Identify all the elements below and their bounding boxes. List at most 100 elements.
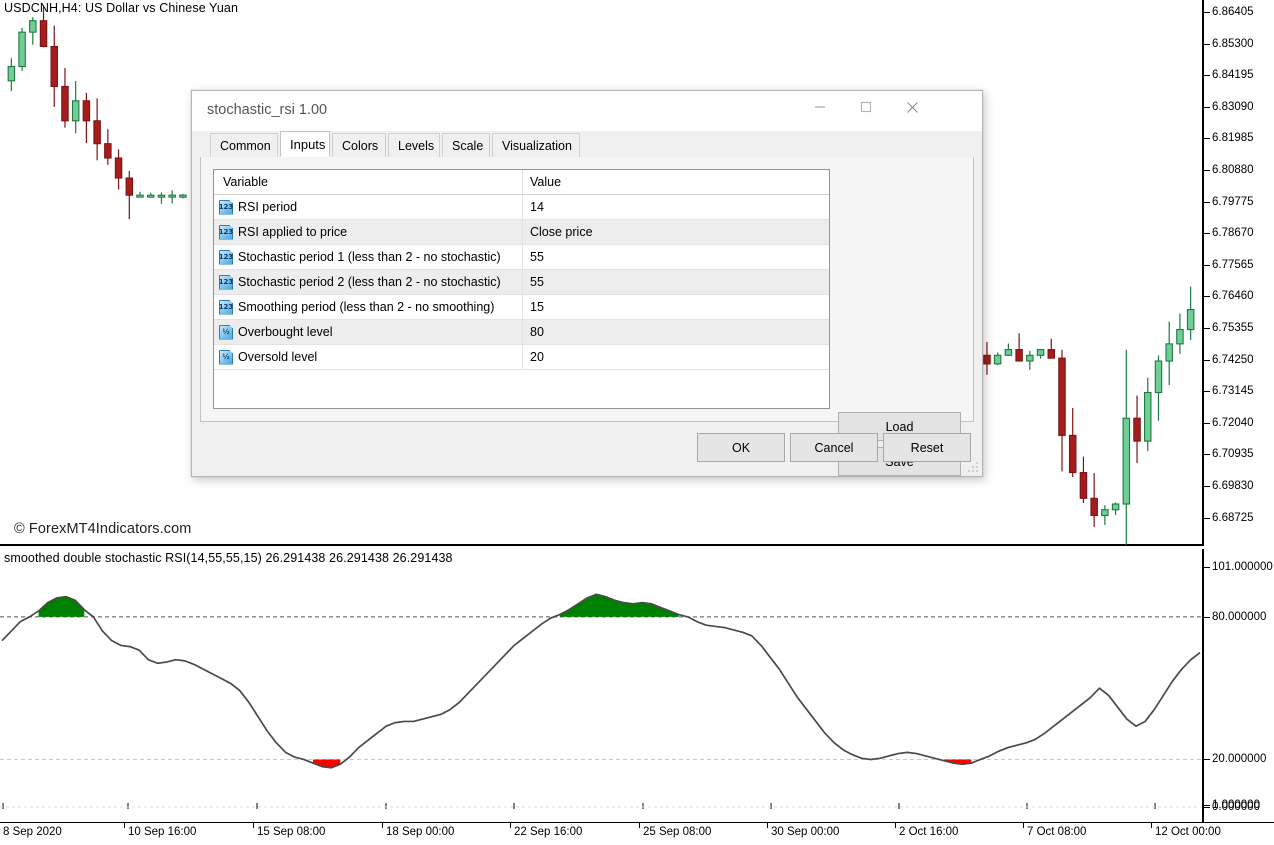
grid-header-row: VariableValue (214, 170, 829, 195)
time-tick-mark (639, 823, 640, 828)
variable-label: Oversold level (238, 350, 317, 364)
maximize-icon[interactable] (843, 91, 889, 123)
price-tick-label: 6.75355 (1212, 322, 1254, 334)
variable-label: Overbought level (238, 325, 333, 339)
time-tick-mark (382, 823, 383, 828)
indicator-tick-label: 20.000000 (1212, 753, 1266, 765)
close-icon[interactable] (889, 91, 935, 123)
integer-type-icon: 123 (219, 225, 233, 240)
price-tick-mark (1203, 360, 1210, 361)
double-type-icon: ½ (219, 350, 233, 365)
indicator-tick-mark (1203, 805, 1210, 806)
tab-common[interactable]: Common (210, 133, 278, 157)
tab-scale[interactable]: Scale (442, 133, 490, 157)
variable-cell[interactable]: 123RSI applied to price (214, 220, 523, 244)
variable-label: Smoothing period (less than 2 - no smoot… (238, 300, 494, 314)
inputs-tab-page: VariableValue123RSI period14123RSI appli… (200, 157, 974, 422)
column-header-variable[interactable]: Variable (214, 170, 523, 194)
price-tick-mark (1203, 423, 1210, 424)
watermark-label: © ForexMT4Indicators.com (14, 521, 191, 537)
grid-row[interactable]: 123 Smoothing period (less than 2 - no sm… (214, 295, 829, 320)
price-tick-mark (1203, 107, 1210, 108)
column-header-value[interactable]: Value (523, 170, 829, 194)
time-tick-mark (767, 823, 768, 828)
variable-cell[interactable]: 123 Smoothing period (less than 2 - no sm… (214, 295, 523, 319)
minimize-icon[interactable] (797, 91, 843, 123)
grid-row[interactable]: 123RSI period14 (214, 195, 829, 220)
time-tick-label: 18 Sep 00:00 (386, 826, 454, 838)
cancel-button[interactable]: Cancel (790, 433, 878, 462)
price-tick-label: 6.81985 (1212, 132, 1254, 144)
indicator-axis[interactable]: 101.00000080.00000020.0000001.0000000.00… (1203, 549, 1274, 822)
tab-visualization[interactable]: Visualization (492, 133, 580, 157)
indicator-tick-label: 101.000000 (1212, 561, 1273, 573)
tab-levels[interactable]: Levels (388, 133, 440, 157)
price-tick-mark (1203, 486, 1210, 487)
indicator-tick-mark (1203, 617, 1210, 618)
indicator-properties-dialog[interactable]: stochastic_rsi 1.00 CommonInputsColorsLe… (191, 90, 983, 477)
time-axis[interactable]: 8 Sep 202010 Sep 16:0015 Sep 08:0018 Sep… (0, 822, 1274, 845)
price-tick-label: 6.77565 (1212, 259, 1254, 271)
price-tick-label: 6.80880 (1212, 164, 1254, 176)
price-tick-mark (1203, 328, 1210, 329)
grid-row[interactable]: ½ Oversold level 20 (214, 345, 829, 370)
value-cell[interactable]: 80 (523, 320, 829, 344)
grid-row[interactable]: 123Stochastic period 2 (less than 2 - no… (214, 270, 829, 295)
grid-row[interactable]: 123RSI applied to priceClose price (214, 220, 829, 245)
ok-button[interactable]: OK (697, 433, 785, 462)
price-axis-line (1203, 0, 1204, 546)
price-tick-mark (1203, 75, 1210, 76)
dialog-tabstrip[interactable]: CommonInputsColorsLevelsScale Visualizati… (200, 131, 974, 158)
variable-cell[interactable]: 123Stochastic period 2 (less than 2 - no… (214, 270, 523, 294)
price-tick-mark (1203, 518, 1210, 519)
resize-grip-icon[interactable] (968, 462, 979, 473)
tab-colors[interactable]: Colors (332, 133, 386, 157)
time-tick-mark (253, 823, 254, 828)
value-cell[interactable]: 14 (523, 195, 829, 219)
price-tick-label: 6.79775 (1212, 196, 1254, 208)
indicator-tick-label: 80.000000 (1212, 611, 1266, 623)
variable-cell[interactable]: ½Overbought level (214, 320, 523, 344)
integer-type-icon: 123 (219, 250, 233, 265)
time-tick-mark (1023, 823, 1024, 828)
tab-label: Visualization (502, 139, 572, 153)
price-tick-label: 6.86405 (1212, 6, 1254, 18)
value-cell[interactable]: 55 (523, 270, 829, 294)
reset-button[interactable]: Reset (883, 433, 971, 462)
time-tick-mark (895, 823, 896, 828)
value-cell[interactable]: Close price (523, 220, 829, 244)
indicator-title-label: smoothed double stochastic RSI(14,55,55,… (4, 551, 453, 565)
price-tick-mark (1203, 44, 1210, 45)
time-tick-mark (1151, 823, 1152, 828)
symbol-period-label: USDCNH,H4: US Dollar vs Chinese Yuan (4, 1, 238, 15)
time-tick-label: 2 Oct 16:00 (899, 826, 958, 838)
variable-label: Stochastic period 1 (less than 2 - no st… (238, 250, 501, 264)
dialog-titlebar[interactable]: stochastic_rsi 1.00 (192, 91, 982, 131)
price-tick-label: 6.83090 (1212, 101, 1254, 113)
grid-row[interactable]: ½Overbought level80 (214, 320, 829, 345)
variable-cell[interactable]: 123RSI period (214, 195, 523, 219)
integer-type-icon: 123 (219, 200, 233, 215)
value-cell[interactable]: 15 (523, 295, 829, 319)
indicator-tick-label: 0.000000 (1212, 801, 1260, 813)
integer-type-icon: 123 (219, 300, 233, 315)
price-tick-mark (1203, 296, 1210, 297)
tab-inputs[interactable]: Inputs (280, 131, 330, 157)
inputs-grid[interactable]: VariableValue123RSI period14123RSI appli… (213, 169, 830, 409)
variable-cell[interactable]: ½ Oversold level (214, 345, 523, 369)
price-tick-mark (1203, 138, 1210, 139)
price-tick-mark (1203, 391, 1210, 392)
grid-row[interactable]: 123 Stochastic period 1 (less than 2 - no… (214, 245, 829, 270)
indicator-subwindow[interactable]: smoothed double stochastic RSI(14,55,55,… (0, 549, 1203, 822)
value-cell[interactable]: 55 (523, 245, 829, 269)
price-tick-label: 6.78670 (1212, 227, 1254, 239)
price-tick-mark (1203, 12, 1210, 13)
variable-cell[interactable]: 123 Stochastic period 1 (less than 2 - no… (214, 245, 523, 269)
price-tick-label: 6.74250 (1212, 354, 1254, 366)
indicator-tick-mark (1203, 807, 1210, 808)
value-cell[interactable]: 20 (523, 345, 829, 369)
price-axis[interactable]: 6.864056.853006.841956.830906.819856.808… (1203, 0, 1274, 546)
time-tick-label: 10 Sep 16:00 (128, 826, 196, 838)
price-tick-label: 6.76460 (1212, 290, 1254, 302)
price-tick-mark (1203, 233, 1210, 234)
